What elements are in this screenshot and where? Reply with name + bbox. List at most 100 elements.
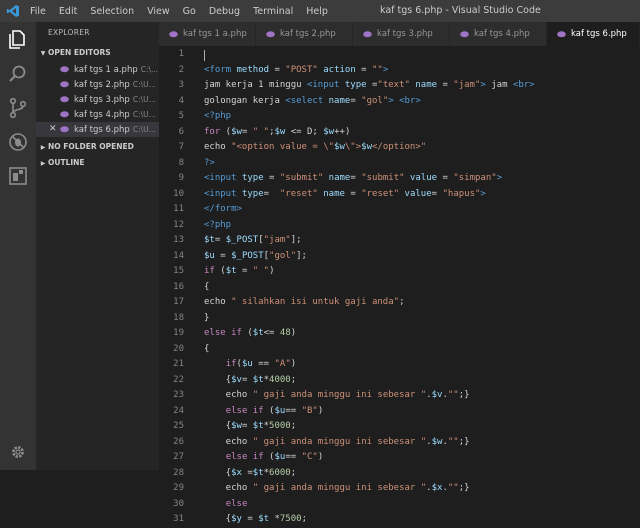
code-token: = (241, 421, 253, 431)
line-number: 16 (173, 281, 184, 292)
code-line[interactable]: 9 <input type = "submit" name= "submit" v… (159, 171, 640, 187)
open-editor-item[interactable]: kaf tgs 2.php C:\U... (36, 77, 159, 92)
php-file-icon (266, 31, 275, 38)
tab-kaf-tgs-6[interactable]: kaf tgs 6.php (547, 22, 640, 46)
code-token: "gol" (361, 95, 389, 106)
code-token: 4000 (269, 374, 291, 385)
code-token: = (437, 80, 454, 90)
code-line[interactable]: 16 { (159, 280, 640, 296)
code-line[interactable]: 27 else if ($u== "C") (159, 450, 640, 466)
code-line[interactable]: 11 </form> (159, 202, 640, 218)
menu-view[interactable]: View (147, 6, 170, 17)
code-line[interactable]: 20 { (159, 342, 640, 358)
menu-file[interactable]: File (30, 6, 46, 17)
code-line[interactable]: 1 (159, 47, 640, 63)
menu-help[interactable]: Help (306, 6, 328, 17)
code-line[interactable]: 19 else if ($t<= 48) (159, 326, 640, 342)
code-token: "gol" (269, 250, 297, 261)
tab-kaf-tgs-3[interactable]: kaf tgs 3.php (353, 22, 450, 46)
code-line[interactable]: 24 else if ($u== "B") (159, 404, 640, 420)
code-editor[interactable]: 1 2 <form method = "POST" action = ""> 3 jam… (159, 46, 640, 524)
code-token: $w (431, 436, 443, 447)
code-token: $t (225, 266, 237, 276)
tab-kaf-tgs-2[interactable]: kaf tgs 2.php (256, 22, 353, 46)
open-editor-item[interactable]: kaf tgs 3.php C:\U... (36, 92, 159, 107)
code-line[interactable]: 4 golongan kerja <select name= "gol"> <br… (159, 94, 640, 110)
open-editors-section[interactable]: ▼ OPEN EDITORS (36, 46, 159, 60)
code-line[interactable]: 21 if($u == "A") (159, 357, 640, 373)
vscode-logo-icon (6, 5, 19, 17)
code-text: echo " gaji anda minggu ini sebesar ".$x… (204, 481, 470, 497)
code-token: \"> (344, 142, 362, 152)
code-line[interactable]: 25 {$w= $t*5000; (159, 419, 640, 435)
code-token: " gaji anda minggu ini sebesar " (252, 390, 427, 400)
code-line[interactable]: 31 {$y = $t *7500; (159, 512, 640, 528)
code-token: ++) (334, 126, 351, 137)
outline-section[interactable]: ▶ OUTLINE (36, 156, 159, 170)
menu-debug[interactable]: Debug (209, 6, 240, 17)
code-line[interactable]: 26 echo " gaji anda minggu ini sebesar "… (159, 435, 640, 451)
code-line[interactable]: 22 {$v= $t*4000; (159, 373, 640, 389)
code-token: type (241, 188, 264, 199)
menu-selection[interactable]: Selection (90, 6, 134, 17)
outline-label: OUTLINE (48, 158, 85, 167)
code-token: "A" (274, 359, 291, 369)
code-text: echo " silahkan isi untuk gaji anda"; (204, 295, 405, 311)
code-line[interactable]: 18} (159, 311, 640, 327)
no-folder-section[interactable]: ▶ NO FOLDER OPENED (36, 140, 159, 154)
search-icon[interactable] (6, 62, 30, 86)
gear-icon[interactable] (10, 444, 26, 460)
source-control-icon[interactable] (6, 96, 30, 120)
tab-kaf-tgs-4[interactable]: kaf tgs 4.php (450, 22, 547, 46)
code-line[interactable]: 30 else (159, 497, 640, 513)
code-line[interactable]: 10 <input type= "reset" name = "reset" va… (159, 187, 640, 203)
code-line[interactable]: 29 echo " gaji anda minggu ini sebesar "… (159, 481, 640, 497)
code-line[interactable]: 17 echo " silahkan isi untuk gaji anda"; (159, 295, 640, 311)
line-number: 27 (173, 452, 184, 462)
menu-go[interactable]: Go (183, 6, 196, 17)
open-editor-item[interactable]: kaf tgs 4.php C:\U... (36, 107, 159, 122)
file-path: C:\U... (132, 125, 156, 134)
code-line[interactable]: 3 jam kerja 1 minggu <input type ="text" … (159, 78, 640, 94)
code-token: 7500 (279, 514, 302, 524)
debug-icon[interactable] (6, 130, 30, 154)
code-token: echo (204, 297, 232, 307)
code-token: if (231, 328, 242, 338)
code-line[interactable]: 2 <form method = "POST" action = ""> (159, 63, 640, 79)
code-line[interactable]: 15 if ($t = " ") (159, 264, 640, 280)
code-token: </option>" (372, 142, 427, 152)
file-path: C:\U... (132, 95, 156, 104)
code-token: "reset" (361, 188, 400, 199)
tab-kaf-tgs-1a[interactable]: kaf tgs 1 a.php (159, 22, 256, 46)
code-line[interactable]: 14 $u = $_POST["gol"]; (159, 249, 640, 265)
code-line[interactable]: 8 ?> (159, 156, 640, 172)
open-editor-item[interactable]: kaf tgs 1 a.php C:\... (36, 62, 159, 77)
code-line[interactable]: 28 {$x =$t*6000; (159, 466, 640, 482)
line-number: 13 (173, 235, 184, 245)
line-number: 26 (173, 436, 184, 447)
code-text: {$y = $t *7500; (204, 512, 307, 528)
code-line[interactable]: 12 <?php (159, 218, 640, 234)
code-token: ( (263, 452, 275, 462)
file-name: kaf tgs 6.php (74, 125, 130, 135)
code-token: = (241, 467, 253, 478)
code-token: </form> (204, 204, 242, 214)
files-icon[interactable] (6, 28, 30, 52)
code-line[interactable]: 5 <?php (159, 109, 640, 125)
close-icon[interactable]: ✕ (49, 122, 57, 137)
code-line[interactable]: 23 echo " gaji anda minggu ini sebesar "… (159, 388, 640, 404)
code-token: "simpan" (453, 173, 497, 183)
code-token: $u (204, 250, 215, 261)
code-token: type (344, 80, 367, 90)
code-line[interactable]: 7 echo "<option value = \"$w\">$w</option… (159, 140, 640, 156)
code-line[interactable]: 13 $t= $_POST["jam"]; (159, 233, 640, 249)
extensions-icon[interactable] (6, 164, 30, 188)
menu-edit[interactable]: Edit (59, 6, 77, 17)
menu-terminal[interactable]: Terminal (253, 6, 293, 17)
code-line[interactable]: 6 for ($w= " ";$w <= D; $w++) (159, 125, 640, 141)
code-text: <?php (204, 109, 231, 125)
code-text: { (204, 342, 209, 358)
open-editor-item-active[interactable]: ✕ kaf tgs 6.php C:\U... (36, 122, 159, 137)
code-token: $t (252, 374, 264, 385)
